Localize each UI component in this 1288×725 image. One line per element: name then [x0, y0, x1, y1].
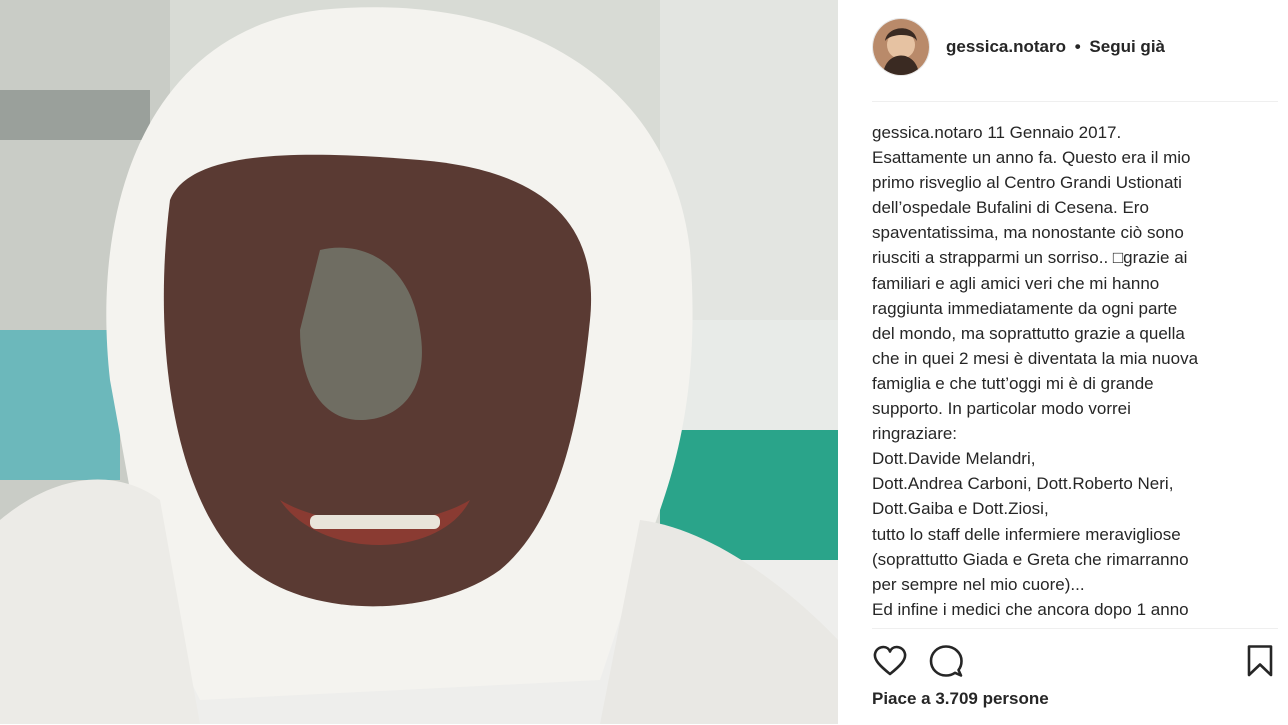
caption-line: spaventatissima, ma nonostante ciò sono — [872, 223, 1184, 243]
header-username[interactable]: gessica.notaro — [946, 37, 1066, 56]
caption-line: supporto. In particolar modo vorrei — [872, 399, 1131, 419]
post-caption: gessica.notaro 11 Gennaio 2017. Esattame… — [872, 120, 1266, 626]
post-side-panel: gessica.notaro • Segui già gessica.notar… — [838, 0, 1288, 724]
caption-line: familiari e agli amici veri che mi hanno — [872, 273, 1160, 293]
caption-line: raggiunta immediatamente da ogni parte — [872, 298, 1178, 318]
caption-line: Ed infine i medici che ancora dopo 1 ann… — [872, 599, 1189, 619]
caption-date: 11 Gennaio 2017. — [987, 123, 1122, 142]
caption-username[interactable]: gessica.notaro — [872, 123, 983, 142]
bookmark-outline-icon[interactable] — [1242, 643, 1278, 679]
caption-line: famiglia e che tutt’oggi mi è di grande — [872, 373, 1154, 393]
post-image — [0, 0, 838, 724]
caption-line: Dott.Davide Melandri, — [872, 449, 1036, 469]
caption-line: Dott.Gaiba e Dott.Ziosi, — [872, 499, 1049, 519]
header-divider — [872, 101, 1278, 102]
post-photo[interactable] — [0, 0, 838, 724]
caption-line: ringraziare: — [872, 424, 958, 444]
caption-line: dell’ospedale Bufalini di Cesena. Ero — [872, 198, 1149, 218]
caption-line: che in quei 2 mesi è diventata la mia nu… — [872, 348, 1199, 368]
caption-line: Dott.Andrea Carboni, Dott.Roberto Neri, — [872, 474, 1174, 494]
caption-line: del mondo, ma soprattutto grazie a quell… — [872, 323, 1185, 343]
caption-line: Esattamente un anno fa. Questo era il mi… — [872, 148, 1191, 168]
likes-count[interactable]: Piace a 3.709 persone — [872, 689, 1049, 709]
caption-line: (soprattutto Giada e Greta che rimarrann… — [872, 549, 1189, 569]
post-header: gessica.notaro • Segui già — [872, 18, 1165, 76]
caption-line: primo risveglio al Centro Grandi Ustiona… — [872, 173, 1182, 193]
caption-lines: Esattamente un anno fa. Questo era il mi… — [872, 145, 1266, 622]
caption-first-line: gessica.notaro 11 Gennaio 2017. — [872, 120, 1266, 145]
avatar-image — [873, 19, 929, 75]
follow-status-button[interactable]: Segui già — [1089, 37, 1165, 56]
comment-bubble-icon[interactable] — [928, 643, 964, 679]
heart-outline-icon[interactable] — [872, 643, 908, 679]
caption-line: per sempre nel mio cuore)... — [872, 574, 1085, 594]
header-text: gessica.notaro • Segui già — [946, 37, 1165, 57]
caption-line: riusciti a strapparmi un sorriso.. □graz… — [872, 248, 1188, 268]
caption-line: tutto lo staff delle infermiere meravigl… — [872, 524, 1181, 544]
post-actions: Piace a 3.709 persone — [872, 628, 1278, 725]
avatar[interactable] — [872, 18, 930, 76]
header-separator: • — [1074, 37, 1081, 56]
